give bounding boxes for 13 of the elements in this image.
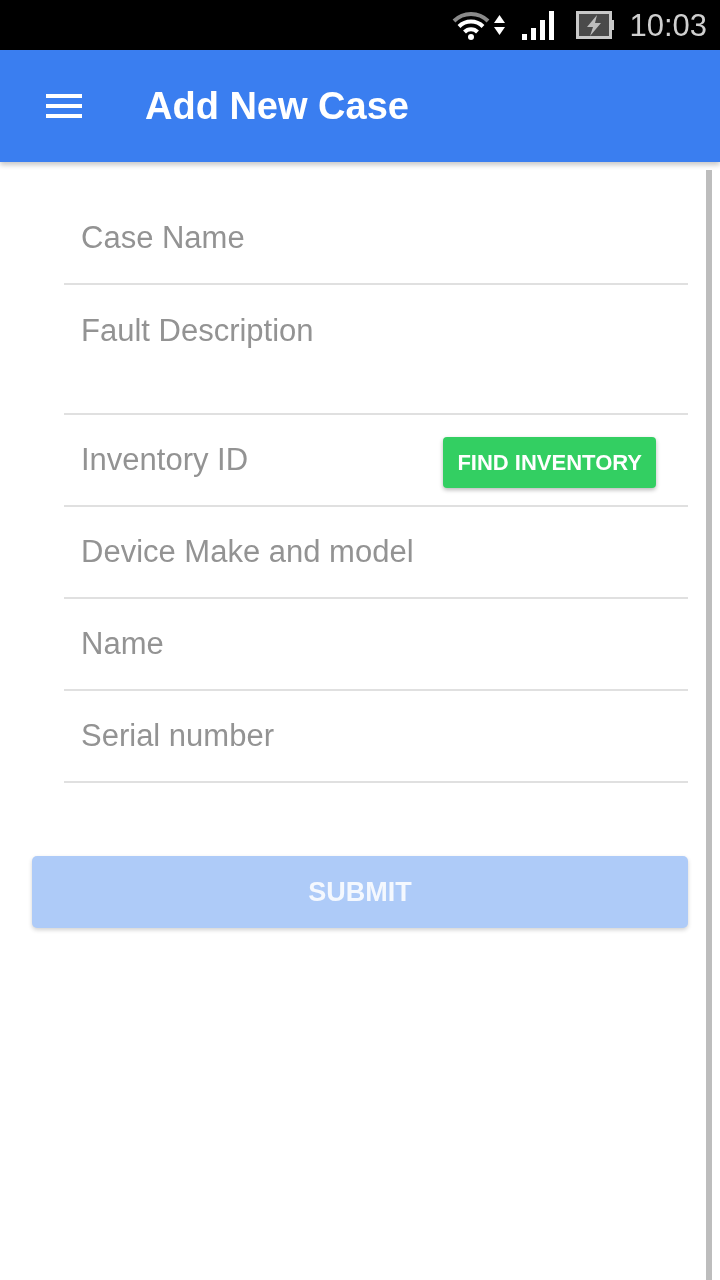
screen-title: Add New Case <box>145 87 409 125</box>
signal-icon <box>522 10 555 40</box>
menu-icon[interactable] <box>46 94 82 118</box>
clock-time: 10:03 <box>629 9 707 41</box>
input-field[interactable]: Case Name <box>64 193 688 285</box>
wifi-icon <box>452 10 491 40</box>
textarea-field[interactable]: Fault Description <box>64 285 688 415</box>
find-inventory-button[interactable]: FIND INVENTORY <box>443 437 656 488</box>
input-field[interactable]: Name <box>64 599 688 691</box>
input-field[interactable]: Serial number <box>64 691 688 783</box>
battery-charging-icon <box>576 11 615 39</box>
input-field[interactable]: Device Make and model <box>64 507 688 599</box>
up-down-arrows-icon <box>494 14 506 36</box>
